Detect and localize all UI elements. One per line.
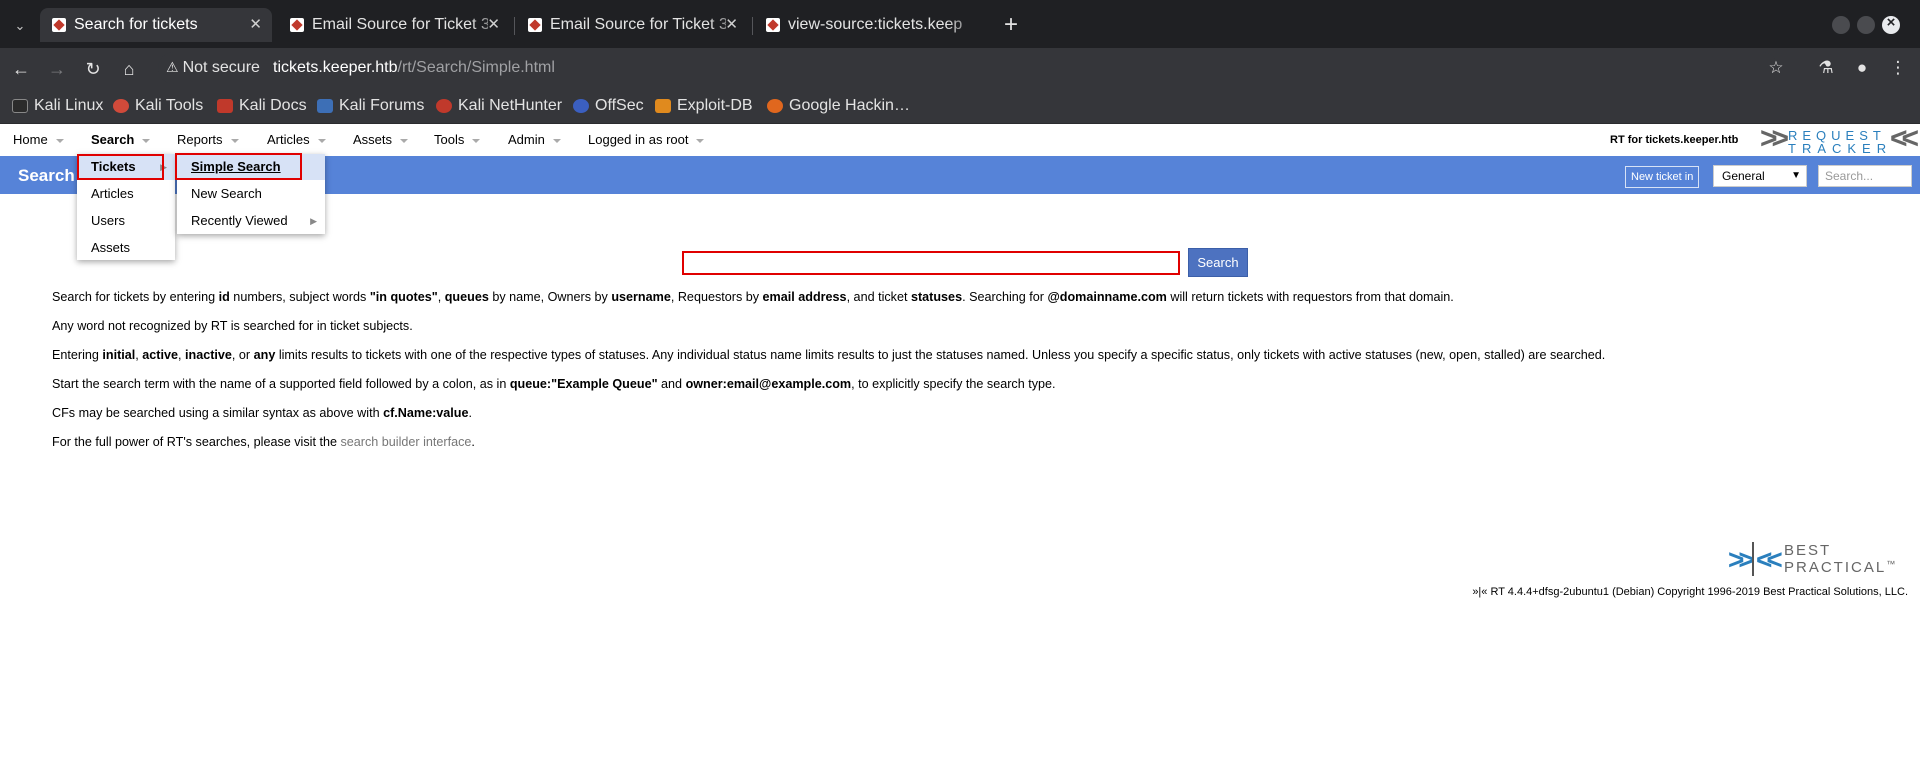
chevron-down-icon: [696, 138, 705, 143]
kali-forums-icon: [317, 99, 333, 113]
kebab-menu-icon[interactable]: ⋮: [1886, 56, 1910, 80]
bookmark-google-hacking[interactable]: Google Hackin…: [767, 94, 910, 118]
offsec-icon: [573, 99, 589, 113]
menu-home[interactable]: Home: [13, 132, 64, 147]
double-chevron-left-icon: <<: [1890, 122, 1919, 155]
help-paragraph-3: Entering initial, active, inactive, or a…: [52, 348, 1606, 362]
double-chevron-right-icon: >>: [1728, 544, 1755, 575]
browser-tab-3[interactable]: Email Source for Ticket 3 ✕: [516, 8, 748, 42]
bookmark-kali-nethunter[interactable]: Kali NetHunter: [436, 94, 562, 118]
highlight-box-tickets: [77, 154, 164, 180]
simple-search-input[interactable]: [682, 251, 1180, 275]
browser-tab-2[interactable]: Email Source for Ticket 3 ✕: [278, 8, 510, 42]
labs-flask-icon[interactable]: ⚗: [1814, 56, 1838, 80]
security-indicator[interactable]: ⚠ Not secure: [166, 59, 260, 77]
exploit-db-icon: [655, 99, 671, 113]
tab-title: Email Source for Ticket 3: [550, 16, 726, 33]
tab-close-icon[interactable]: ✕: [487, 8, 500, 42]
chevron-down-icon: [55, 138, 64, 143]
search-button[interactable]: Search: [1188, 248, 1248, 277]
page-title: Search: [18, 166, 75, 185]
back-arrow-icon[interactable]: ←: [8, 56, 34, 82]
kali-dragon-icon: [12, 99, 28, 113]
menu-tools[interactable]: Tools: [434, 132, 481, 147]
url-text[interactable]: tickets.keeper.htb/rt/Search/Simple.html: [273, 59, 555, 77]
best-practical-logo: >> << BEST PRACTICAL™: [1728, 542, 1898, 576]
help-paragraph-2: Any word not recognized by RT is searche…: [52, 319, 413, 333]
bookmarks-bar: Kali Linux Kali Tools Kali Docs Kali For…: [0, 88, 1920, 124]
chevron-right-icon: ▶: [310, 216, 317, 226]
chevron-down-icon: [317, 138, 326, 143]
help-paragraph-6: For the full power of RT's searches, ple…: [52, 435, 475, 449]
double-chevron-right-icon: >>: [1760, 122, 1789, 155]
highlight-box-simple-search: [175, 153, 302, 180]
chevron-down-icon: [230, 138, 239, 143]
help-paragraph-4: Start the search term with the name of a…: [52, 377, 1056, 391]
window-close-button[interactable]: [1882, 14, 1900, 34]
browser-tab-1[interactable]: Search for tickets ✕: [40, 8, 272, 42]
bookmark-kali-tools[interactable]: Kali Tools: [113, 94, 203, 118]
menu-item-users[interactable]: Users: [77, 208, 175, 234]
nethunter-icon: [436, 99, 452, 113]
rt-favicon-icon: [766, 18, 780, 32]
bookmark-kali-docs[interactable]: Kali Docs: [217, 94, 307, 118]
bookmark-star-icon[interactable]: ☆: [1764, 56, 1788, 80]
tab-close-icon[interactable]: ✕: [249, 8, 262, 42]
menu-search[interactable]: Search: [91, 132, 151, 147]
new-ticket-button[interactable]: New ticket in: [1625, 166, 1700, 188]
chevron-down-icon: [142, 138, 151, 143]
menu-item-new-search[interactable]: New Search: [177, 181, 325, 207]
help-paragraph-1: Search for tickets by entering id number…: [52, 290, 1454, 304]
tab-title: Email Source for Ticket 3: [312, 16, 488, 33]
minimize-button[interactable]: [1832, 16, 1850, 34]
profile-icon[interactable]: ●: [1850, 56, 1874, 80]
quick-search-input[interactable]: Search...: [1818, 165, 1912, 187]
bookmark-offsec[interactable]: OffSec: [573, 94, 644, 118]
warning-triangle-icon: ⚠: [166, 59, 179, 75]
menu-item-recently-viewed[interactable]: Recently Viewed ▶: [177, 208, 325, 234]
queue-select[interactable]: General ▼: [1713, 165, 1807, 187]
menu-item-assets[interactable]: Assets: [77, 235, 175, 261]
help-paragraph-5: CFs may be searched using a similar synt…: [52, 406, 472, 420]
tab-title: view-source:tickets.keep: [788, 16, 963, 33]
maximize-button[interactable]: [1857, 16, 1875, 34]
footer-copyright: »|« RT 4.4.4+dfsg-2ubuntu1 (Debian) Copy…: [1472, 586, 1908, 598]
tab-search-menu-icon[interactable]: ⌄: [8, 14, 32, 38]
bookmark-kali-forums[interactable]: Kali Forums: [317, 94, 424, 118]
bookmark-exploit-db[interactable]: Exploit-DB: [655, 94, 753, 118]
forward-arrow-icon[interactable]: →: [44, 56, 70, 82]
tab-title: Search for tickets: [74, 16, 198, 33]
rt-favicon-icon: [290, 18, 304, 32]
page-content: Search Search for tickets by entering id…: [0, 196, 1920, 766]
tab-close-icon[interactable]: ✕: [725, 8, 738, 42]
home-icon[interactable]: ⌂: [116, 56, 142, 82]
chevron-down-icon: ▼: [1791, 170, 1801, 181]
browser-toolbar: ← → ↻ ⌂ ⚠ Not secure tickets.keeper.htb/r…: [0, 48, 1920, 88]
browser-tab-bar: ⌄ Search for tickets ✕ Email Source for …: [0, 0, 1920, 48]
kali-tools-icon: [113, 99, 129, 113]
menu-admin[interactable]: Admin: [508, 132, 561, 147]
double-chevron-left-icon: <<: [1756, 544, 1783, 575]
rt-favicon-icon: [52, 18, 66, 32]
request-tracker-logo: >> REQUEST TRACKER <<: [1760, 122, 1919, 156]
bookmark-kali-linux[interactable]: Kali Linux: [12, 94, 103, 118]
menu-item-articles[interactable]: Articles: [77, 181, 175, 207]
new-tab-button[interactable]: +: [995, 10, 1027, 42]
menu-reports[interactable]: Reports: [177, 132, 239, 147]
menu-assets[interactable]: Assets: [353, 132, 409, 147]
menu-articles[interactable]: Articles: [267, 132, 326, 147]
rt-main-menu: Home Search Reports Articles Assets Tool…: [0, 122, 1920, 156]
menu-logged-in-as[interactable]: Logged in as root: [588, 132, 705, 147]
rt-favicon-icon: [528, 18, 542, 32]
reload-icon[interactable]: ↻: [80, 56, 106, 82]
google-hacking-icon: [767, 99, 783, 113]
search-builder-link[interactable]: search builder interface: [340, 435, 471, 449]
kali-docs-icon: [217, 99, 233, 113]
chevron-down-icon: [400, 138, 409, 143]
address-bar[interactable]: ⚠ Not secure tickets.keeper.htb/rt/Search…: [158, 52, 1778, 84]
chevron-down-icon: [552, 138, 561, 143]
chevron-down-icon: [472, 138, 481, 143]
browser-tab-4[interactable]: view-source:tickets.keep: [754, 8, 986, 42]
rt-instance-label: RT for tickets.keeper.htb: [1610, 134, 1739, 146]
